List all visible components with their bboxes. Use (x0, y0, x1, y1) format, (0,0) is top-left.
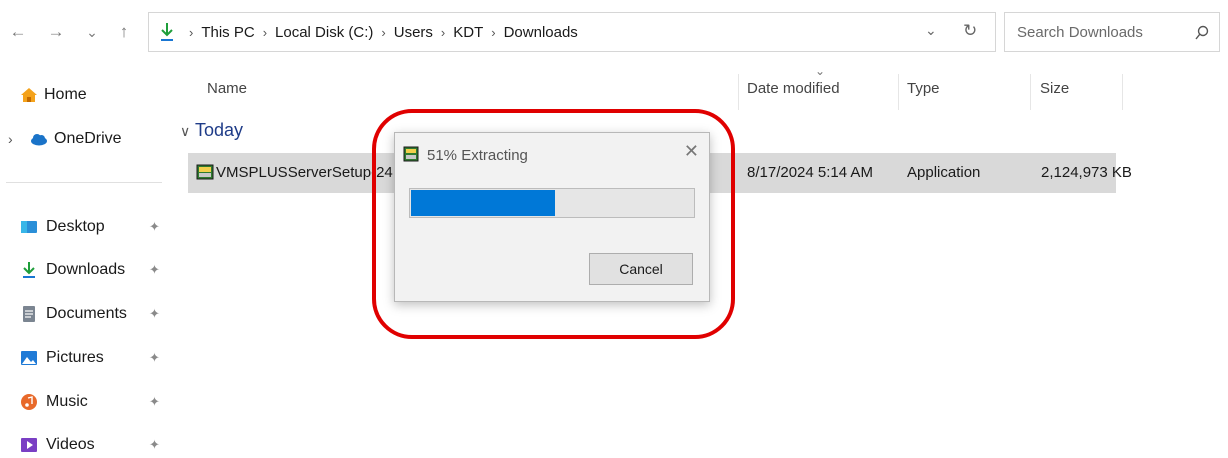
group-header-today[interactable]: ∨ Today (180, 120, 243, 141)
picture-icon (21, 351, 37, 365)
sidebar-item-label: Music (46, 393, 88, 410)
breadcrumb-downloads[interactable]: Downloads (504, 24, 578, 41)
pin-icon[interactable]: ✦ (149, 437, 160, 453)
forward-arrow-icon: → (47, 22, 65, 41)
document-icon (23, 306, 35, 322)
breadcrumb-users[interactable]: Users (394, 24, 433, 41)
breadcrumb-separator-icon: › (189, 24, 194, 40)
column-divider[interactable] (898, 74, 899, 110)
pin-icon[interactable]: ✦ (149, 350, 160, 366)
refresh-icon[interactable]: ↻ (963, 21, 977, 41)
up-button[interactable]: ↑ (112, 20, 136, 44)
sidebar-item-label: Desktop (46, 218, 105, 235)
download-icon (23, 262, 35, 278)
breadcrumb-kdt[interactable]: KDT (453, 24, 483, 41)
breadcrumb: › This PC › Local Disk (C:) › Users › KD… (189, 13, 578, 51)
search-box[interactable]: Search Downloads (1004, 12, 1220, 52)
chevron-down-icon: ⌄ (86, 23, 98, 40)
search-input[interactable]: Search Downloads (1017, 24, 1143, 41)
up-arrow-icon: ↑ (119, 22, 129, 41)
video-icon (21, 438, 37, 452)
sidebar-item-label: Videos (46, 436, 95, 453)
sidebar-divider (6, 182, 162, 183)
sidebar-item-label: Documents (46, 305, 127, 322)
forward-button[interactable]: → (44, 20, 68, 44)
installer-icon (196, 164, 214, 180)
annotation-highlight-outline (372, 109, 735, 339)
collapse-chevron-icon: ∨ (180, 123, 191, 139)
pin-icon[interactable]: ✦ (149, 306, 160, 322)
navigation-bar: ← → ⌄ ↑ › This PC › Local Disk (C:) › Us… (0, 0, 1228, 66)
sidebar-item-label: Home (44, 86, 87, 103)
download-arrow-icon (161, 23, 173, 41)
file-date-modified: 8/17/2024 5:14 AM (747, 164, 873, 181)
back-button[interactable]: ← (6, 20, 30, 44)
recent-locations-button[interactable]: ⌄ (80, 20, 104, 44)
breadcrumb-separator-icon: › (381, 24, 386, 40)
breadcrumb-local-disk[interactable]: Local Disk (C:) (275, 24, 373, 41)
sidebar-item-onedrive[interactable]: OneDrive (30, 126, 122, 152)
column-divider[interactable] (738, 74, 739, 110)
file-size: 2,124,973 KB (1041, 164, 1132, 181)
pin-icon[interactable]: ✦ (149, 394, 160, 410)
search-icon[interactable] (1195, 25, 1209, 41)
sidebar-item-pictures[interactable]: Pictures (20, 345, 104, 371)
breadcrumb-separator-icon: › (262, 24, 268, 40)
sidebar-item-downloads[interactable]: Downloads (20, 257, 125, 283)
desktop-icon (21, 221, 37, 233)
column-header-name[interactable]: Name (207, 80, 247, 97)
sidebar-item-desktop[interactable]: Desktop (20, 214, 105, 240)
breadcrumb-separator-icon: › (491, 24, 496, 40)
sidebar-item-label: Pictures (46, 349, 104, 366)
cloud-icon (31, 134, 47, 146)
home-icon (21, 88, 37, 102)
sidebar-item-home[interactable]: Home (20, 82, 87, 108)
sidebar-item-label: Downloads (46, 261, 126, 278)
breadcrumb-separator-icon: › (440, 24, 446, 40)
music-icon (21, 394, 37, 410)
group-label: Today (194, 120, 243, 140)
column-divider[interactable] (1030, 74, 1031, 110)
column-divider[interactable] (1122, 74, 1123, 110)
breadcrumb-this-pc[interactable]: This PC (201, 24, 254, 41)
sidebar-item-documents[interactable]: Documents (20, 301, 127, 327)
column-header-size[interactable]: Size (1040, 80, 1069, 97)
sidebar-item-label: OneDrive (54, 130, 122, 147)
expand-chevron-icon[interactable]: › (8, 131, 13, 147)
address-bar[interactable]: › This PC › Local Disk (C:) › Users › KD… (148, 12, 996, 52)
pin-icon[interactable]: ✦ (149, 262, 160, 278)
pin-icon[interactable]: ✦ (149, 219, 160, 235)
back-arrow-icon: ← (9, 22, 27, 41)
sort-indicator-icon: ⌄ (815, 64, 826, 78)
column-header-type[interactable]: Type (907, 80, 940, 97)
file-type: Application (907, 164, 981, 181)
sidebar-item-videos[interactable]: Videos (20, 432, 95, 458)
sidebar-item-music[interactable]: Music (20, 389, 88, 415)
column-header-date-modified[interactable]: Date modified (747, 80, 840, 97)
address-dropdown-icon[interactable]: ⌄ (925, 22, 937, 39)
